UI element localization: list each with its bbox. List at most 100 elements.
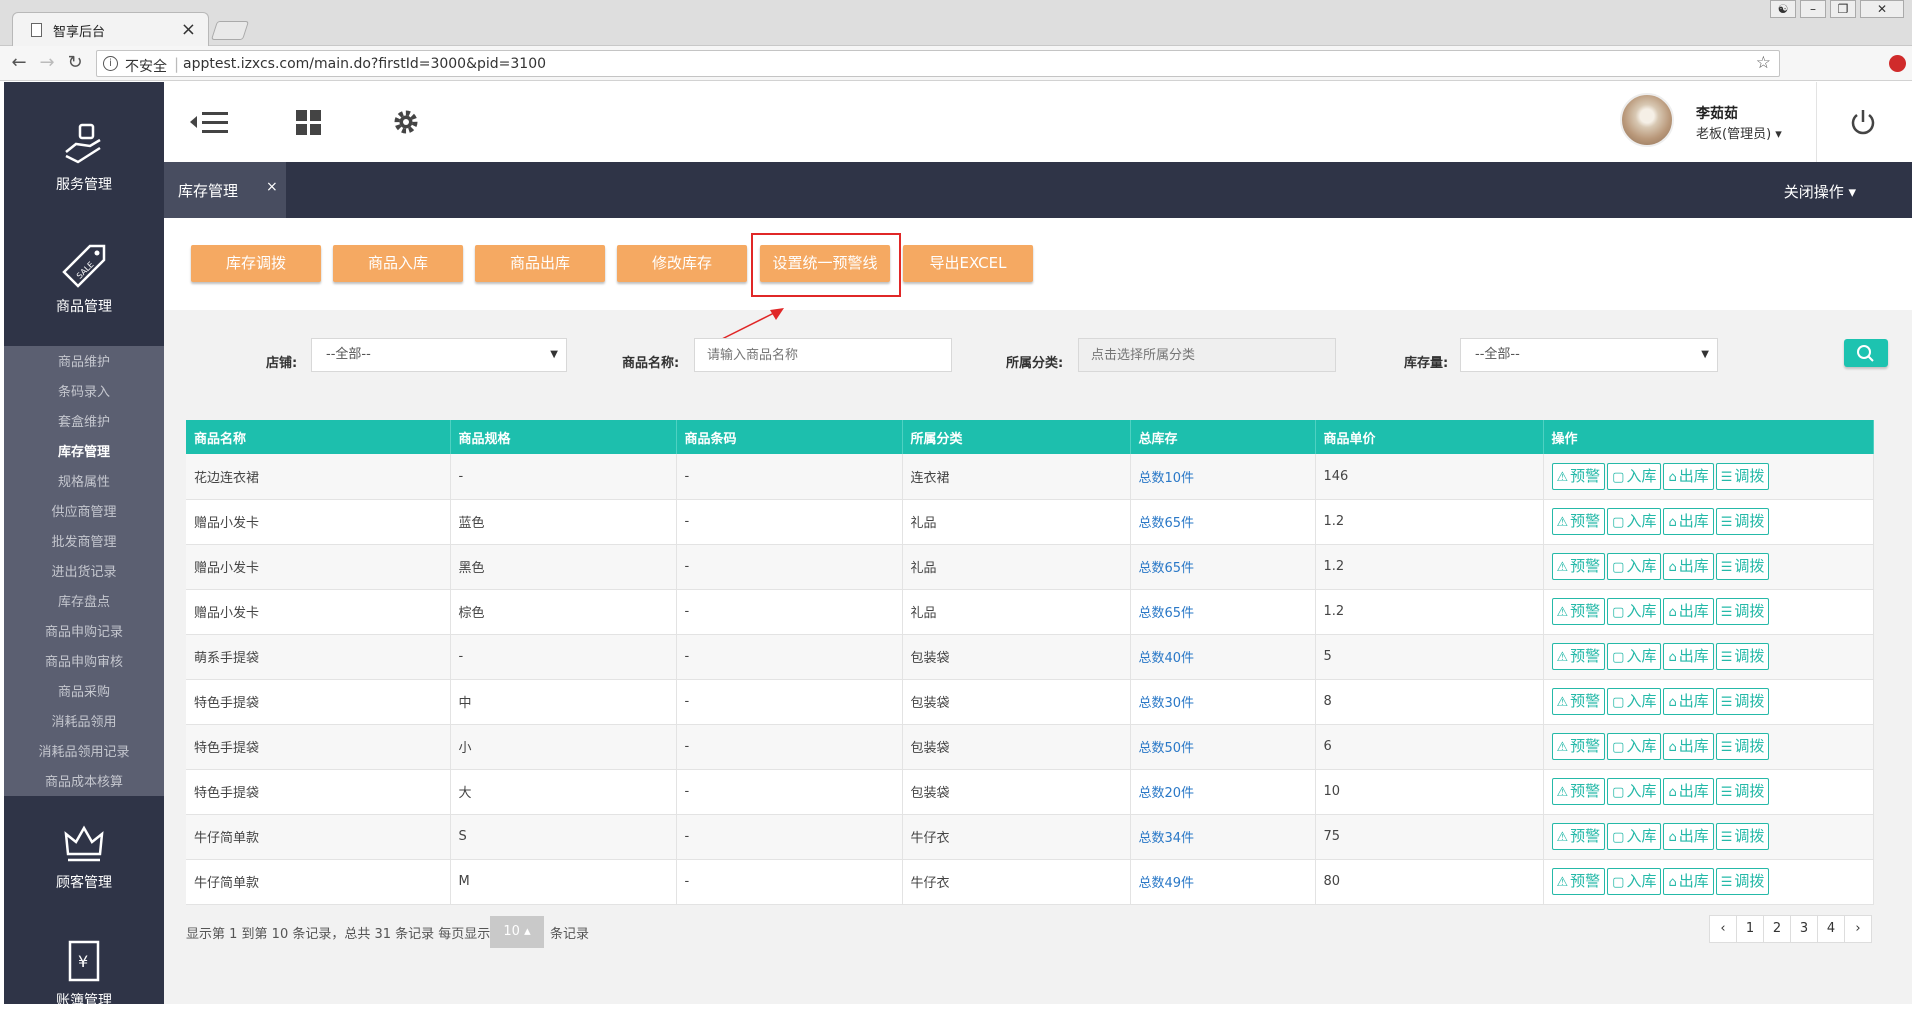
stock-out-row-button[interactable]: ⌂ 出库 bbox=[1663, 553, 1714, 580]
alert-button[interactable]: ⚠ 预警 bbox=[1551, 553, 1606, 580]
submenu-item[interactable]: 进出货记录 bbox=[4, 558, 164, 588]
stock-out-row-button[interactable]: ⌂ 出库 bbox=[1663, 823, 1714, 850]
transfer-row-button[interactable]: ☰ 调拨 bbox=[1715, 553, 1770, 580]
gear-icon[interactable] bbox=[384, 104, 428, 140]
stock-transfer-button[interactable]: 库存调拨 bbox=[191, 245, 321, 282]
page-button-4[interactable]: 4 bbox=[1817, 915, 1845, 943]
alert-button[interactable]: ⚠ 预警 bbox=[1551, 462, 1606, 490]
edit-stock-button[interactable]: 修改库存 bbox=[617, 245, 747, 282]
submenu-item[interactable]: 消耗品领用 bbox=[4, 708, 164, 738]
stock-out-row-button[interactable]: ⌂ 出库 bbox=[1663, 598, 1714, 625]
stock-in-row-button[interactable]: ▢ 入库 bbox=[1607, 598, 1662, 625]
grid-apps-icon[interactable] bbox=[286, 104, 330, 140]
alert-button[interactable]: ⚠ 预警 bbox=[1551, 643, 1606, 670]
new-tab-button[interactable] bbox=[210, 21, 250, 40]
stock-out-row-button[interactable]: ⌂ 出库 bbox=[1663, 462, 1714, 490]
product-name-input[interactable] bbox=[694, 338, 952, 372]
stock-out-row-button[interactable]: ⌂ 出库 bbox=[1663, 643, 1714, 670]
transfer-row-button[interactable]: ☰ 调拨 bbox=[1715, 598, 1770, 625]
submenu-item[interactable]: 商品维护 bbox=[4, 348, 164, 378]
user-profile-icon[interactable]: ☯ bbox=[1770, 0, 1796, 18]
submenu-item[interactable]: 条码录入 bbox=[4, 378, 164, 408]
submenu-item[interactable]: 规格属性 bbox=[4, 468, 164, 498]
info-icon[interactable]: i bbox=[103, 56, 118, 71]
transfer-row-button[interactable]: ☰ 调拨 bbox=[1715, 778, 1770, 805]
search-button[interactable] bbox=[1844, 339, 1888, 367]
transfer-row-button[interactable]: ☰ 调拨 bbox=[1715, 643, 1770, 670]
transfer-row-button[interactable]: ☰ 调拨 bbox=[1715, 508, 1770, 535]
reload-icon[interactable]: ↻ bbox=[64, 52, 86, 74]
submenu-item[interactable]: 供应商管理 bbox=[4, 498, 164, 528]
submenu-item-active[interactable]: 库存管理 bbox=[4, 438, 164, 468]
store-select[interactable]: --全部-- ▼ bbox=[311, 338, 567, 372]
menu-collapse-icon[interactable] bbox=[188, 104, 232, 140]
total-stock-link[interactable]: 总数65件 bbox=[1139, 516, 1195, 531]
user-role-dropdown[interactable]: 老板(管理员) ▾ bbox=[1696, 123, 1782, 142]
nav-customer-management[interactable]: 顾客管理 bbox=[4, 820, 164, 892]
extension-icon[interactable] bbox=[1889, 55, 1906, 72]
page-tab-inventory[interactable]: 库存管理 × bbox=[164, 162, 286, 218]
stock-in-row-button[interactable]: ▢ 入库 bbox=[1607, 733, 1662, 760]
stock-out-row-button[interactable]: ⌂ 出库 bbox=[1663, 508, 1714, 535]
maximize-button[interactable]: ❐ bbox=[1830, 0, 1856, 18]
page-button-1[interactable]: 1 bbox=[1736, 915, 1764, 943]
stock-in-row-button[interactable]: ▢ 入库 bbox=[1607, 868, 1662, 895]
back-arrow-icon[interactable]: ← bbox=[8, 52, 30, 74]
stock-out-row-button[interactable]: ⌂ 出库 bbox=[1663, 733, 1714, 760]
avatar[interactable] bbox=[1620, 93, 1674, 147]
alert-button[interactable]: ⚠ 预警 bbox=[1551, 733, 1606, 760]
forward-arrow-icon[interactable]: → bbox=[36, 52, 58, 74]
nav-ledger-management[interactable]: ¥ 账簿管理 bbox=[4, 938, 164, 1010]
window-close-button[interactable]: ✕ bbox=[1860, 0, 1904, 18]
submenu-item[interactable]: 商品申购审核 bbox=[4, 648, 164, 678]
stock-in-row-button[interactable]: ▢ 入库 bbox=[1607, 778, 1662, 805]
total-stock-link[interactable]: 总数65件 bbox=[1139, 561, 1195, 576]
transfer-row-button[interactable]: ☰ 调拨 bbox=[1715, 733, 1770, 760]
alert-button[interactable]: ⚠ 预警 bbox=[1551, 778, 1606, 805]
page-tab-close-button[interactable]: × bbox=[266, 179, 278, 195]
total-stock-link[interactable]: 总数34件 bbox=[1139, 831, 1195, 846]
total-stock-link[interactable]: 总数49件 bbox=[1139, 876, 1195, 891]
submenu-item[interactable]: 消耗品领用记录 bbox=[4, 738, 164, 768]
submenu-item[interactable]: 商品采购 bbox=[4, 678, 164, 708]
browser-tab-close-button[interactable]: × bbox=[181, 19, 196, 40]
transfer-row-button[interactable]: ☰ 调拨 bbox=[1715, 868, 1770, 895]
minimize-button[interactable]: – bbox=[1800, 0, 1826, 18]
alert-button[interactable]: ⚠ 预警 bbox=[1551, 598, 1606, 625]
page-button-3[interactable]: 3 bbox=[1790, 915, 1818, 943]
transfer-row-button[interactable]: ☰ 调拨 bbox=[1715, 688, 1770, 715]
stock-in-row-button[interactable]: ▢ 入库 bbox=[1607, 643, 1662, 670]
alert-button[interactable]: ⚠ 预警 bbox=[1551, 688, 1606, 715]
transfer-row-button[interactable]: ☰ 调拨 bbox=[1715, 462, 1770, 490]
stock-in-row-button[interactable]: ▢ 入库 bbox=[1607, 688, 1662, 715]
close-operations-dropdown[interactable]: 关闭操作 ▾ bbox=[1784, 181, 1856, 202]
browser-tab[interactable]: 智享后台 × bbox=[12, 12, 209, 46]
stock-out-button[interactable]: 商品出库 bbox=[475, 245, 605, 282]
total-stock-link[interactable]: 总数65件 bbox=[1139, 606, 1195, 621]
total-stock-link[interactable]: 总数20件 bbox=[1139, 786, 1195, 801]
url-field[interactable]: i 不安全 | apptest.izxcs.com/main.do?firstI… bbox=[96, 50, 1780, 77]
stock-out-row-button[interactable]: ⌂ 出库 bbox=[1663, 868, 1714, 895]
stock-in-button[interactable]: 商品入库 bbox=[333, 245, 463, 282]
transfer-row-button[interactable]: ☰ 调拨 bbox=[1715, 823, 1770, 850]
nav-product-management[interactable]: SALE 商品管理 bbox=[4, 244, 164, 316]
submenu-item[interactable]: 商品成本核算 bbox=[4, 768, 164, 798]
alert-button[interactable]: ⚠ 预警 bbox=[1551, 508, 1606, 535]
total-stock-link[interactable]: 总数40件 bbox=[1139, 651, 1195, 666]
page-button-2[interactable]: 2 bbox=[1763, 915, 1791, 943]
next-page-button[interactable]: › bbox=[1844, 915, 1872, 943]
submenu-item[interactable]: 库存盘点 bbox=[4, 588, 164, 618]
submenu-item[interactable]: 商品申购记录 bbox=[4, 618, 164, 648]
stock-in-row-button[interactable]: ▢ 入库 bbox=[1607, 823, 1662, 850]
stock-out-row-button[interactable]: ⌂ 出库 bbox=[1663, 778, 1714, 805]
alert-button[interactable]: ⚠ 预警 bbox=[1551, 868, 1606, 895]
category-input[interactable] bbox=[1078, 338, 1336, 372]
prev-page-button[interactable]: ‹ bbox=[1709, 915, 1737, 943]
page-size-select[interactable]: 10 ▴ bbox=[490, 916, 544, 948]
alert-button[interactable]: ⚠ 预警 bbox=[1551, 823, 1606, 850]
stock-in-row-button[interactable]: ▢ 入库 bbox=[1607, 462, 1662, 490]
stock-out-row-button[interactable]: ⌂ 出库 bbox=[1663, 688, 1714, 715]
stock-in-row-button[interactable]: ▢ 入库 bbox=[1607, 508, 1662, 535]
total-stock-link[interactable]: 总数10件 bbox=[1139, 471, 1195, 486]
stock-in-row-button[interactable]: ▢ 入库 bbox=[1607, 553, 1662, 580]
